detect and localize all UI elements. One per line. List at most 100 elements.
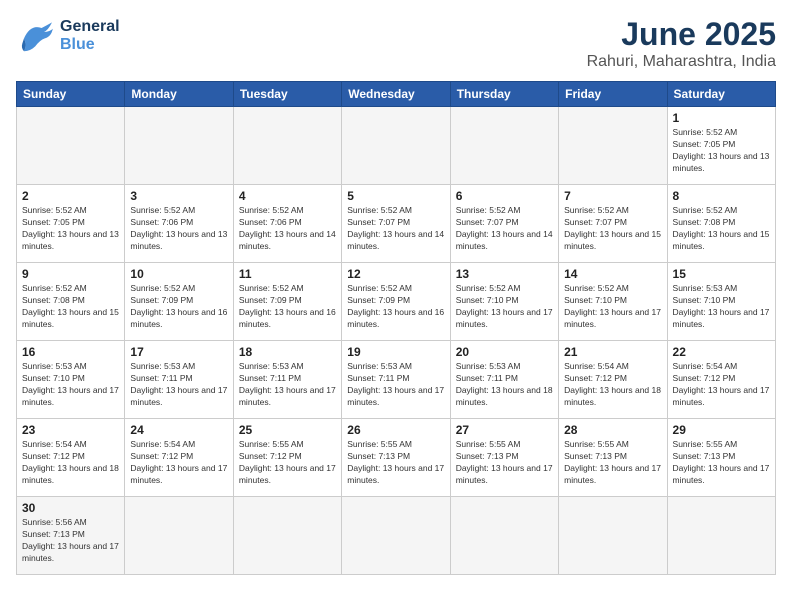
day-info: Sunrise: 5:52 AMSunset: 7:09 PMDaylight:… xyxy=(130,283,227,331)
table-row: 15 Sunrise: 5:53 AMSunset: 7:10 PMDayligh… xyxy=(667,263,775,341)
col-sunday: Sunday xyxy=(17,82,125,107)
day-number: 24 xyxy=(130,423,227,437)
table-row: 8 Sunrise: 5:52 AMSunset: 7:08 PMDaylight… xyxy=(667,185,775,263)
day-number: 11 xyxy=(239,267,336,281)
calendar-week-row: 16Sunrise: 5:53 AMSunset: 7:10 PMDayligh… xyxy=(17,341,776,419)
day-info: Sunrise: 5:53 AMSunset: 7:11 PMDaylight:… xyxy=(130,361,227,409)
calendar-week-row: 9Sunrise: 5:52 AMSunset: 7:08 PMDaylight… xyxy=(17,263,776,341)
day-number: 9 xyxy=(22,267,119,281)
table-row xyxy=(342,497,450,575)
col-saturday: Saturday xyxy=(667,82,775,107)
day-info: Sunrise: 5:53 AMSunset: 7:10 PMDaylight:… xyxy=(22,361,119,409)
table-row: 14Sunrise: 5:52 AMSunset: 7:10 PMDayligh… xyxy=(559,263,667,341)
day-number: 15 xyxy=(673,267,770,281)
table-row: 13 Sunrise: 5:52 AMSunset: 7:10 PMDayligh… xyxy=(450,263,558,341)
table-row: 7Sunrise: 5:52 AMSunset: 7:07 PMDaylight… xyxy=(559,185,667,263)
table-row: 18 Sunrise: 5:53 AMSunset: 7:11 PMDayligh… xyxy=(233,341,341,419)
table-row xyxy=(17,107,125,185)
table-row: 26 Sunrise: 5:55 AMSunset: 7:13 PMDayligh… xyxy=(342,419,450,497)
logo-icon xyxy=(16,16,56,56)
day-number: 28 xyxy=(564,423,661,437)
logo-general-text: General xyxy=(60,18,120,36)
table-row xyxy=(450,497,558,575)
col-thursday: Thursday xyxy=(450,82,558,107)
day-info: Sunrise: 5:56 AMSunset: 7:13 PMDaylight:… xyxy=(22,517,119,565)
day-number: 20 xyxy=(456,345,553,359)
table-row: 4Sunrise: 5:52 AMSunset: 7:06 PMDaylight… xyxy=(233,185,341,263)
table-row: 11 Sunrise: 5:52 AMSunset: 7:09 PMDayligh… xyxy=(233,263,341,341)
table-row: 6 Sunrise: 5:52 AMSunset: 7:07 PMDaylight… xyxy=(450,185,558,263)
table-row xyxy=(559,497,667,575)
day-info: Sunrise: 5:54 AMSunset: 7:12 PMDaylight:… xyxy=(130,439,227,487)
day-number: 22 xyxy=(673,345,770,359)
table-row: 12 Sunrise: 5:52 AMSunset: 7:09 PMDayligh… xyxy=(342,263,450,341)
day-info: Sunrise: 5:52 AMSunset: 7:10 PMDaylight:… xyxy=(456,283,553,331)
day-info: Sunrise: 5:53 AMSunset: 7:10 PMDaylight:… xyxy=(673,283,770,331)
table-row: 24 Sunrise: 5:54 AMSunset: 7:12 PMDayligh… xyxy=(125,419,233,497)
day-info: Sunrise: 5:52 AMSunset: 7:09 PMDaylight:… xyxy=(347,283,444,331)
day-number: 7 xyxy=(564,189,661,203)
table-row: 9Sunrise: 5:52 AMSunset: 7:08 PMDaylight… xyxy=(17,263,125,341)
table-row: 25Sunrise: 5:55 AMSunset: 7:12 PMDayligh… xyxy=(233,419,341,497)
col-friday: Friday xyxy=(559,82,667,107)
day-number: 21 xyxy=(564,345,661,359)
day-number: 13 xyxy=(456,267,553,281)
table-row: 22 Sunrise: 5:54 AMSunset: 7:12 PMDayligh… xyxy=(667,341,775,419)
day-info: Sunrise: 5:55 AMSunset: 7:13 PMDaylight:… xyxy=(673,439,770,487)
table-row: 2Sunrise: 5:52 AMSunset: 7:05 PMDaylight… xyxy=(17,185,125,263)
table-row: 28 Sunrise: 5:55 AMSunset: 7:13 PMDayligh… xyxy=(559,419,667,497)
day-info: Sunrise: 5:52 AMSunset: 7:08 PMDaylight:… xyxy=(673,205,770,253)
calendar-week-row: 30Sunrise: 5:56 AMSunset: 7:13 PMDayligh… xyxy=(17,497,776,575)
day-number: 18 xyxy=(239,345,336,359)
day-info: Sunrise: 5:52 AMSunset: 7:07 PMDaylight:… xyxy=(347,205,444,253)
table-row: 10Sunrise: 5:52 AMSunset: 7:09 PMDayligh… xyxy=(125,263,233,341)
day-info: Sunrise: 5:52 AMSunset: 7:07 PMDaylight:… xyxy=(456,205,553,253)
day-number: 14 xyxy=(564,267,661,281)
calendar-body: 1 Sunrise: 5:52 AMSunset: 7:05 PMDaylight… xyxy=(17,107,776,575)
table-row xyxy=(125,497,233,575)
day-info: Sunrise: 5:52 AMSunset: 7:05 PMDaylight:… xyxy=(673,127,770,175)
calendar-week-row: 1 Sunrise: 5:52 AMSunset: 7:05 PMDaylight… xyxy=(17,107,776,185)
logo: General Blue xyxy=(16,16,120,56)
calendar-table: Sunday Monday Tuesday Wednesday Thursday… xyxy=(16,81,776,575)
day-info: Sunrise: 5:53 AMSunset: 7:11 PMDaylight:… xyxy=(456,361,553,409)
table-row: 16Sunrise: 5:53 AMSunset: 7:10 PMDayligh… xyxy=(17,341,125,419)
logo-blue-text: Blue xyxy=(60,36,120,54)
location-subtitle: Rahuri, Maharashtra, India xyxy=(587,53,776,71)
day-info: Sunrise: 5:54 AMSunset: 7:12 PMDaylight:… xyxy=(673,361,770,409)
table-row xyxy=(233,107,341,185)
day-number: 3 xyxy=(130,189,227,203)
day-info: Sunrise: 5:55 AMSunset: 7:13 PMDaylight:… xyxy=(347,439,444,487)
day-number: 19 xyxy=(347,345,444,359)
table-row: 23Sunrise: 5:54 AMSunset: 7:12 PMDayligh… xyxy=(17,419,125,497)
day-info: Sunrise: 5:53 AMSunset: 7:11 PMDaylight:… xyxy=(347,361,444,409)
day-number: 1 xyxy=(673,111,770,125)
calendar-week-row: 23Sunrise: 5:54 AMSunset: 7:12 PMDayligh… xyxy=(17,419,776,497)
day-info: Sunrise: 5:55 AMSunset: 7:13 PMDaylight:… xyxy=(456,439,553,487)
calendar-header-row: Sunday Monday Tuesday Wednesday Thursday… xyxy=(17,82,776,107)
day-info: Sunrise: 5:54 AMSunset: 7:12 PMDaylight:… xyxy=(22,439,119,487)
day-info: Sunrise: 5:52 AMSunset: 7:05 PMDaylight:… xyxy=(22,205,119,253)
day-number: 8 xyxy=(673,189,770,203)
table-row: 1 Sunrise: 5:52 AMSunset: 7:05 PMDaylight… xyxy=(667,107,775,185)
table-row xyxy=(667,497,775,575)
day-info: Sunrise: 5:52 AMSunset: 7:06 PMDaylight:… xyxy=(130,205,227,253)
table-row: 27Sunrise: 5:55 AMSunset: 7:13 PMDayligh… xyxy=(450,419,558,497)
table-row: 19 Sunrise: 5:53 AMSunset: 7:11 PMDayligh… xyxy=(342,341,450,419)
day-info: Sunrise: 5:53 AMSunset: 7:11 PMDaylight:… xyxy=(239,361,336,409)
table-row: 20 Sunrise: 5:53 AMSunset: 7:11 PMDayligh… xyxy=(450,341,558,419)
day-info: Sunrise: 5:55 AMSunset: 7:13 PMDaylight:… xyxy=(564,439,661,487)
day-number: 6 xyxy=(456,189,553,203)
day-number: 12 xyxy=(347,267,444,281)
table-row: 29Sunrise: 5:55 AMSunset: 7:13 PMDayligh… xyxy=(667,419,775,497)
day-info: Sunrise: 5:55 AMSunset: 7:12 PMDaylight:… xyxy=(239,439,336,487)
day-info: Sunrise: 5:52 AMSunset: 7:09 PMDaylight:… xyxy=(239,283,336,331)
header: General Blue June 2025 Rahuri, Maharasht… xyxy=(16,16,776,71)
table-row: 5Sunrise: 5:52 AMSunset: 7:07 PMDaylight… xyxy=(342,185,450,263)
day-number: 26 xyxy=(347,423,444,437)
day-number: 17 xyxy=(130,345,227,359)
table-row xyxy=(450,107,558,185)
table-row: 30Sunrise: 5:56 AMSunset: 7:13 PMDayligh… xyxy=(17,497,125,575)
main-title: June 2025 xyxy=(587,16,776,53)
table-row xyxy=(342,107,450,185)
